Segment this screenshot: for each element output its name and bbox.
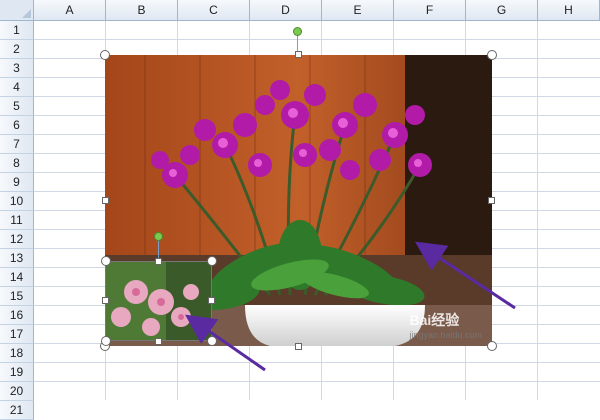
row-header-21[interactable]: 21 (0, 401, 34, 420)
arrow-to-small-picture (185, 314, 266, 372)
annotation-arrows (185, 241, 516, 372)
arrow-to-main-picture (414, 241, 516, 310)
